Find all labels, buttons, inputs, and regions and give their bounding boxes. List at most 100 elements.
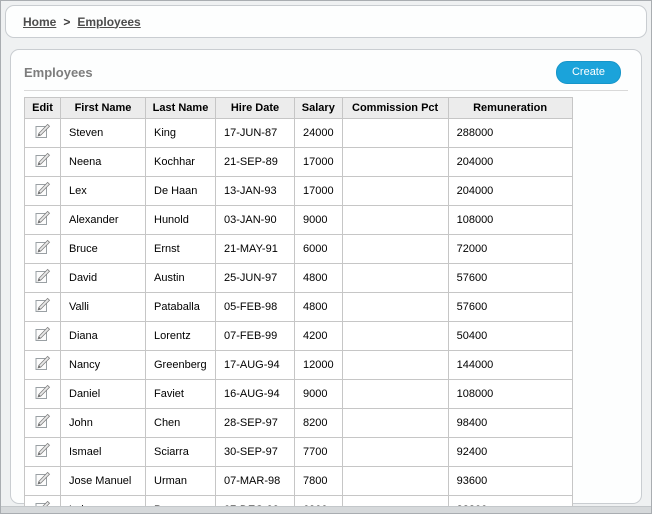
edit-cell <box>25 293 61 322</box>
cell-hire-date: 30-SEP-97 <box>216 438 295 467</box>
breadcrumb-separator: > <box>63 15 70 29</box>
cell-salary: 24000 <box>295 119 343 148</box>
cell-hire-date: 03-JAN-90 <box>216 206 295 235</box>
cell-remuneration: 72000 <box>448 235 572 264</box>
table-row: Diana Lorentz 07-FEB-99 4200 50400 <box>25 322 573 351</box>
cell-commission-pct <box>342 438 448 467</box>
edit-cell <box>25 351 61 380</box>
table-row: Bruce Ernst 21-MAY-91 6000 72000 <box>25 235 573 264</box>
table-row: Neena Kochhar 21-SEP-89 17000 204000 <box>25 148 573 177</box>
cell-last-name: Faviet <box>146 380 216 409</box>
cell-last-name: Lorentz <box>146 322 216 351</box>
cell-salary: 4800 <box>295 293 343 322</box>
cell-first-name: Nancy <box>61 351 146 380</box>
cell-last-name: Sciarra <box>146 438 216 467</box>
edit-row-button[interactable] <box>34 326 51 343</box>
edit-row-button[interactable] <box>34 268 51 285</box>
edit-row-button[interactable] <box>34 123 51 140</box>
edit-pencil-icon <box>34 297 51 314</box>
edit-row-button[interactable] <box>34 297 51 314</box>
table-row: David Austin 25-JUN-97 4800 57600 <box>25 264 573 293</box>
page-bottom-band <box>1 506 651 513</box>
edit-pencil-icon <box>34 384 51 401</box>
cell-first-name: Jose Manuel <box>61 467 146 496</box>
cell-salary: 17000 <box>295 177 343 206</box>
edit-cell <box>25 148 61 177</box>
edit-row-button[interactable] <box>34 442 51 459</box>
cell-remuneration: 92400 <box>448 438 572 467</box>
cell-hire-date: 13-JAN-93 <box>216 177 295 206</box>
cell-first-name: Ismael <box>61 438 146 467</box>
table-row: Nancy Greenberg 17-AUG-94 12000 144000 <box>25 351 573 380</box>
cell-first-name: Lex <box>61 177 146 206</box>
cell-commission-pct <box>342 119 448 148</box>
edit-pencil-icon <box>34 181 51 198</box>
cell-commission-pct <box>342 409 448 438</box>
edit-row-button[interactable] <box>34 355 51 372</box>
cell-commission-pct <box>342 206 448 235</box>
edit-cell <box>25 235 61 264</box>
column-header-remuneration: Remuneration <box>448 98 572 119</box>
cell-hire-date: 05-FEB-98 <box>216 293 295 322</box>
cell-commission-pct <box>342 264 448 293</box>
edit-pencil-icon <box>34 152 51 169</box>
cell-commission-pct <box>342 322 448 351</box>
cell-salary: 4800 <box>295 264 343 293</box>
column-header-salary: Salary <box>295 98 343 119</box>
table-row: John Chen 28-SEP-97 8200 98400 <box>25 409 573 438</box>
edit-row-button[interactable] <box>34 210 51 227</box>
cell-hire-date: 07-FEB-99 <box>216 322 295 351</box>
cell-last-name: Hunold <box>146 206 216 235</box>
cell-last-name: King <box>146 119 216 148</box>
column-header-commission-pct: Commission Pct <box>342 98 448 119</box>
edit-cell <box>25 264 61 293</box>
employees-table: Edit First Name Last Name Hire Date Sala… <box>24 97 573 514</box>
cell-remuneration: 108000 <box>448 206 572 235</box>
column-header-last-name: Last Name <box>146 98 216 119</box>
cell-hire-date: 07-MAR-98 <box>216 467 295 496</box>
edit-row-button[interactable] <box>34 152 51 169</box>
region-title: Employees <box>24 65 93 80</box>
cell-remuneration: 204000 <box>448 177 572 206</box>
cell-salary: 6000 <box>295 235 343 264</box>
cell-remuneration: 98400 <box>448 409 572 438</box>
edit-cell <box>25 409 61 438</box>
table-row: Alexander Hunold 03-JAN-90 9000 108000 <box>25 206 573 235</box>
edit-pencil-icon <box>34 123 51 140</box>
cell-hire-date: 28-SEP-97 <box>216 409 295 438</box>
cell-remuneration: 57600 <box>448 293 572 322</box>
edit-pencil-icon <box>34 210 51 227</box>
edit-row-button[interactable] <box>34 471 51 488</box>
cell-commission-pct <box>342 235 448 264</box>
create-button[interactable]: Create <box>556 61 621 84</box>
breadcrumb: Home > Employees <box>5 5 647 38</box>
cell-salary: 9000 <box>295 380 343 409</box>
breadcrumb-link-employees[interactable]: Employees <box>77 15 140 29</box>
edit-row-button[interactable] <box>34 384 51 401</box>
breadcrumb-link-home[interactable]: Home <box>23 15 56 29</box>
cell-salary: 4200 <box>295 322 343 351</box>
cell-commission-pct <box>342 380 448 409</box>
edit-pencil-icon <box>34 326 51 343</box>
column-header-hire-date: Hire Date <box>216 98 295 119</box>
cell-first-name: John <box>61 409 146 438</box>
edit-pencil-icon <box>34 239 51 256</box>
column-header-edit: Edit <box>25 98 61 119</box>
edit-row-button[interactable] <box>34 239 51 256</box>
edit-pencil-icon <box>34 355 51 372</box>
cell-last-name: Kochhar <box>146 148 216 177</box>
table-row: Valli Pataballa 05-FEB-98 4800 57600 <box>25 293 573 322</box>
edit-row-button[interactable] <box>34 413 51 430</box>
cell-first-name: Daniel <box>61 380 146 409</box>
edit-pencil-icon <box>34 471 51 488</box>
cell-remuneration: 93600 <box>448 467 572 496</box>
cell-commission-pct <box>342 148 448 177</box>
cell-first-name: Valli <box>61 293 146 322</box>
edit-row-button[interactable] <box>34 181 51 198</box>
table-row: Jose Manuel Urman 07-MAR-98 7800 93600 <box>25 467 573 496</box>
cell-first-name: David <box>61 264 146 293</box>
cell-salary: 8200 <box>295 409 343 438</box>
cell-first-name: Neena <box>61 148 146 177</box>
edit-pencil-icon <box>34 413 51 430</box>
cell-salary: 9000 <box>295 206 343 235</box>
